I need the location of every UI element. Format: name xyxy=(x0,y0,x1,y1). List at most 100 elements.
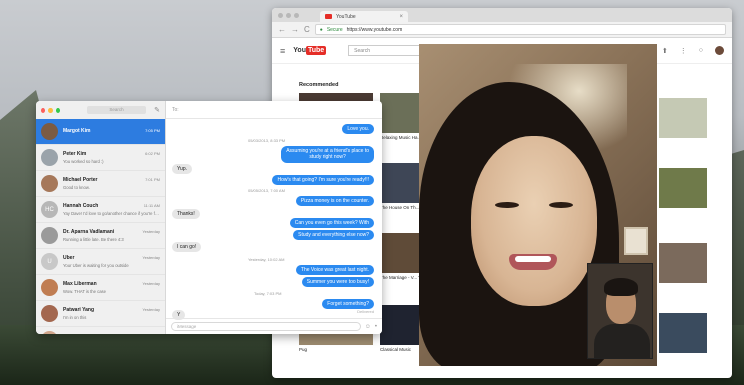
video-thumbnail[interactable] xyxy=(659,98,707,138)
conversation-item[interactable]: Max Liberman Yesterday Wow. THAT is the ca… xyxy=(36,275,165,301)
sent-message: The Voice was great last night. xyxy=(295,265,374,276)
video-card[interactable] xyxy=(659,168,707,208)
conversation-item[interactable]: Margot Kim 7:05 PM xyxy=(36,119,165,145)
avatar xyxy=(41,175,58,192)
window-zoom-control[interactable] xyxy=(55,107,60,113)
sent-message: How's that going? I'm sure you're ready!… xyxy=(272,175,374,186)
message-timestamp: Today, 7:03 PM xyxy=(254,291,282,296)
facetime-video-window[interactable] xyxy=(419,44,657,366)
contact-name: Dr. Aparna Vadlamani xyxy=(63,229,115,235)
sent-message: Summer you were too busy! xyxy=(301,277,374,288)
apps-icon[interactable]: ⋮ xyxy=(680,47,687,55)
conversation-item[interactable]: Michael Porter 7:01 PM Good to know. xyxy=(36,171,165,197)
window-minimize-control[interactable] xyxy=(48,107,53,113)
youtube-logo[interactable]: You Tube xyxy=(293,46,327,55)
account-avatar[interactable] xyxy=(715,46,724,55)
conversation-header-row: Michael Porter 7:01 PM xyxy=(63,177,160,183)
caller-eye-left xyxy=(495,202,519,208)
wall-picture-frame xyxy=(624,227,648,255)
video-thumbnail[interactable] xyxy=(659,168,707,208)
compose-icon[interactable]: ✎ xyxy=(154,106,160,114)
recommended-heading: Recommended xyxy=(299,82,339,88)
window-zoom-control[interactable] xyxy=(294,12,299,18)
address-bar[interactable]: ● Secure https://www.youtube.com xyxy=(314,24,726,35)
contact-name: Uber xyxy=(63,255,75,261)
address-toolbar: ← → C ● Secure https://www.youtube.com xyxy=(272,22,732,38)
video-title[interactable]: Pug xyxy=(299,347,373,352)
avatar xyxy=(41,227,58,244)
sent-message: Pizza money is on the counter. xyxy=(295,196,374,207)
contact-name: Hannah Couch xyxy=(63,203,99,209)
window-close-control[interactable] xyxy=(278,12,283,18)
received-message: I can go! xyxy=(172,242,202,253)
sent-message: Assuming you're at a friend's place to s… xyxy=(281,146,374,163)
conversation-item[interactable]: HC Hannah Couch 11:11 AM Yay Dave! I'd love… xyxy=(36,197,165,223)
video-card[interactable] xyxy=(659,98,707,138)
conversation-list: Margot Kim 7:05 PM Peter Kim 6:02 PM You wor… xyxy=(36,119,165,334)
message-preview: Your Uber is waiting for you outside xyxy=(63,263,129,268)
browser-tab-youtube[interactable]: YouTube × xyxy=(320,11,408,22)
conversation-search-input[interactable]: Search xyxy=(86,106,147,114)
video-card[interactable] xyxy=(659,243,707,283)
recipient-bar[interactable]: To: xyxy=(166,101,382,119)
message-input[interactable]: iMessage xyxy=(171,322,361,331)
conversation-header-row: Margot Kim 7:05 PM xyxy=(63,128,160,134)
conversation-text: Max Liberman Yesterday Wow. THAT is the ca… xyxy=(63,281,160,294)
conversation-text: Michael Porter 7:01 PM Good to know. xyxy=(63,177,160,190)
tab-close-icon[interactable]: × xyxy=(399,14,403,20)
contact-name: Max Liberman xyxy=(63,281,97,287)
conversation-time: Yesterday xyxy=(142,281,160,286)
video-thumbnail[interactable] xyxy=(659,243,707,283)
contact-name: Patwari Yang xyxy=(63,307,95,313)
conversation-time: 7:01 PM xyxy=(145,177,160,182)
video-card[interactable] xyxy=(659,313,707,353)
tab-title: YouTube xyxy=(336,13,356,20)
sent-message: Love you. xyxy=(342,124,374,135)
microphone-icon[interactable]: • xyxy=(375,324,377,330)
forward-arrow-icon[interactable]: → xyxy=(291,25,299,34)
sent-message: Study and everything else now? xyxy=(293,230,374,241)
conversation-time: 6:02 PM xyxy=(145,151,160,156)
logo-tube-text: Tube xyxy=(305,46,327,55)
conversation-text: Patwari Yang Yesterday I'm in on this xyxy=(63,307,160,320)
window-close-control[interactable] xyxy=(41,107,46,113)
contact-name: Margot Kim xyxy=(63,127,91,134)
conversation-item[interactable]: Mary CostaYesterday xyxy=(36,327,165,334)
conversation-time: Yesterday xyxy=(142,255,160,260)
conversation-item[interactable]: Patwari Yang Yesterday I'm in on this xyxy=(36,301,165,327)
url-text: https://www.youtube.com xyxy=(346,26,403,33)
conversation-item[interactable]: Dr. Aparna Vadlamani Yesterday Running a l… xyxy=(36,223,165,249)
back-arrow-icon[interactable]: ← xyxy=(278,25,286,34)
conversation-header-row: Peter Kim 6:02 PM xyxy=(63,151,160,157)
message-preview: You worked so hard :) xyxy=(63,159,104,164)
emoji-icon[interactable]: ☺ xyxy=(365,324,371,330)
logo-you-text: You xyxy=(293,47,306,54)
self-view-hair xyxy=(604,278,638,296)
conversation-item[interactable]: U Uber Yesterday Your Uber is waiting for y… xyxy=(36,249,165,275)
message-preview: Good to know. xyxy=(63,185,90,190)
upload-icon[interactable]: ⬆ xyxy=(662,47,668,55)
conversation-time: 7:05 PM xyxy=(145,127,160,133)
chat-pane: To: Love you. 05/03/2013, 8:33 PM Assumi… xyxy=(166,101,382,334)
avatar xyxy=(41,331,58,334)
sent-message-line: study right now? xyxy=(309,154,346,161)
conversation-text: Hannah Couch 11:11 AM Yay Dave! I'd love t… xyxy=(63,203,160,216)
messages-titlebar: Search ✎ xyxy=(36,101,165,119)
delivered-status: Delivered xyxy=(357,309,374,314)
reload-icon[interactable]: C xyxy=(304,25,310,34)
conversation-item[interactable]: Peter Kim 6:02 PM You worked so hard :) xyxy=(36,145,165,171)
notifications-icon[interactable]: ○ xyxy=(699,47,703,54)
facetime-self-view[interactable] xyxy=(587,263,653,359)
sent-message: Can you even go this week? With xyxy=(289,218,374,229)
contact-name: Peter Kim xyxy=(63,151,87,157)
menu-icon[interactable]: ≡ xyxy=(280,46,285,56)
contact-name: Michael Porter xyxy=(63,177,98,183)
avatar: HC xyxy=(41,201,58,218)
conversation-text: Peter Kim 6:02 PM You worked so hard :) xyxy=(63,151,160,164)
caller-face xyxy=(471,136,597,306)
window-minimize-control[interactable] xyxy=(286,12,291,18)
lock-icon: ● xyxy=(319,26,323,33)
video-thumbnail[interactable] xyxy=(659,313,707,353)
message-preview: I'm in on this xyxy=(63,315,87,320)
conversation-text: Dr. Aparna Vadlamani Yesterday Running a l… xyxy=(63,229,160,242)
